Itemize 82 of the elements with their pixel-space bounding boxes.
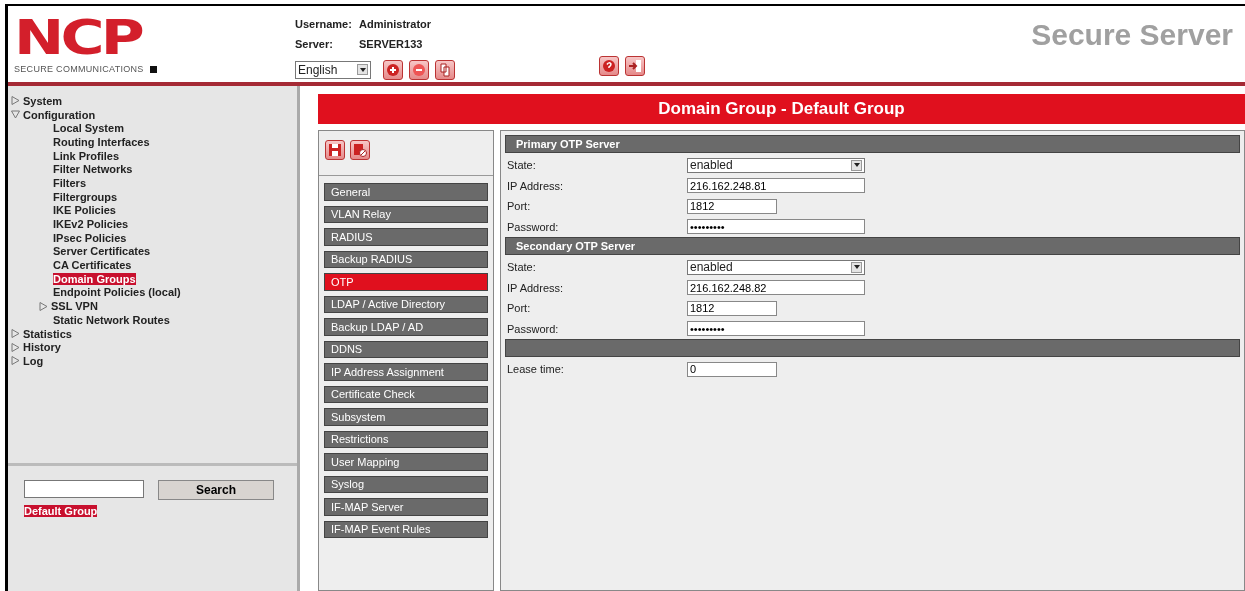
input-field[interactable]: 1812	[687, 300, 777, 316]
search-button[interactable]: Search	[158, 480, 274, 500]
section-tab[interactable]: RADIUS	[324, 228, 488, 246]
section-tab[interactable]: User Mapping	[324, 453, 488, 471]
section-tab[interactable]: Backup LDAP / AD	[324, 318, 488, 336]
input-field[interactable]: 0	[687, 361, 777, 377]
username: Administrator	[359, 18, 433, 32]
square-icon	[149, 65, 157, 73]
copy-icon[interactable]	[435, 59, 455, 80]
section-tab[interactable]: OTP	[324, 273, 488, 291]
section-tab[interactable]: IF-MAP Server	[324, 498, 488, 516]
tree-item[interactable]: Filters	[53, 176, 86, 189]
field-label: Password:	[506, 322, 560, 335]
collapsed-triangle-icon[interactable]	[11, 342, 20, 352]
add-icon[interactable]	[383, 59, 403, 80]
field-label: IP Address:	[506, 179, 565, 192]
search-result[interactable]: Default Group	[24, 505, 98, 517]
section-tab[interactable]: General	[324, 183, 488, 201]
collapsed-triangle-icon[interactable]	[39, 301, 48, 311]
field-label: State:	[506, 261, 537, 274]
tree-item[interactable]: Local System	[53, 122, 124, 135]
field-label: IP Address:	[506, 281, 565, 294]
input-field[interactable]: 1812	[687, 198, 777, 214]
tree-item[interactable]: IKE Policies	[53, 204, 116, 217]
section-tab[interactable]: IF-MAP Event Rules	[324, 520, 488, 538]
help-icon[interactable]	[599, 56, 619, 76]
field-label: Password:	[506, 220, 560, 233]
tree-item[interactable]: Filtergroups	[53, 190, 118, 203]
section-tab[interactable]: LDAP / Active Directory	[324, 295, 488, 313]
logout-icon[interactable]	[625, 56, 645, 76]
logo-tagline: SECURE COMMUNICATIONS	[14, 64, 144, 74]
collapsed-triangle-icon[interactable]	[11, 96, 20, 106]
tree-item[interactable]: Static Network Routes	[53, 313, 170, 326]
expanded-triangle-icon[interactable]	[11, 110, 20, 120]
tree-item[interactable]: Link Profiles	[53, 149, 120, 162]
field-label: State:	[506, 159, 537, 172]
tree-item[interactable]: History	[23, 341, 61, 354]
tree-item[interactable]: CA Certificates	[53, 259, 132, 272]
tree-item[interactable]: Server Certificates	[53, 245, 151, 258]
input-field[interactable]: •••••••••	[687, 219, 865, 235]
state-dropdown[interactable]: enabled	[687, 157, 865, 173]
tree-item[interactable]: Configuration	[23, 108, 96, 121]
remove-icon[interactable]	[409, 59, 429, 80]
state-dropdown[interactable]: enabled	[687, 259, 865, 275]
section-tab[interactable]: VLAN Relay	[324, 205, 488, 223]
tree-item[interactable]: Routing Interfaces	[53, 135, 150, 148]
page-title: Domain Group - Default Group	[318, 94, 1245, 124]
tree-item[interactable]: IKEv2 Policies	[53, 218, 129, 231]
search-field[interactable]	[24, 480, 144, 498]
group-header: Primary OTP Server	[505, 135, 1240, 153]
tree-item[interactable]: Log	[23, 354, 44, 367]
language-dropdown[interactable]: English	[295, 60, 371, 79]
field-label: Port:	[506, 302, 532, 315]
tree-item[interactable]: IPsec Policies	[53, 231, 127, 244]
input-field[interactable]: •••••••••	[687, 321, 865, 337]
product-title: Secure Server	[1031, 17, 1234, 53]
discard-icon[interactable]	[350, 140, 370, 160]
username-label: Username:	[295, 18, 353, 32]
tree-item[interactable]: Filter Networks	[53, 163, 133, 176]
section-tab[interactable]: DDNS	[324, 340, 488, 358]
field-label: Lease time:	[506, 363, 565, 376]
tree-item[interactable]: Statistics	[23, 327, 72, 340]
collapsed-triangle-icon[interactable]	[11, 329, 20, 339]
logo: NCP	[14, 14, 141, 60]
input-field[interactable]: 216.162.248.82	[687, 280, 865, 296]
section-tab[interactable]: Syslog	[324, 475, 488, 493]
server-label: Server:	[295, 37, 334, 52]
group-header: Secondary OTP Server	[505, 237, 1240, 255]
save-icon[interactable]	[325, 140, 345, 160]
section-tab[interactable]: Backup RADIUS	[324, 250, 488, 268]
field-label: Port:	[506, 200, 532, 213]
server-name: SERVER133	[359, 37, 424, 52]
section-tab[interactable]: Subsystem	[324, 408, 488, 426]
section-tab[interactable]: Certificate Check	[324, 385, 488, 403]
tree-item[interactable]: Endpoint Policies (local)	[53, 286, 181, 299]
tree-item[interactable]: Domain Groups	[53, 272, 136, 285]
collapsed-triangle-icon[interactable]	[11, 356, 20, 366]
tree-item[interactable]: SSL VPN	[51, 300, 98, 313]
input-field[interactable]: 216.162.248.81	[687, 178, 865, 194]
tree-item[interactable]: System	[23, 94, 63, 107]
section-tab[interactable]: Restrictions	[324, 430, 488, 448]
section-tab[interactable]: IP Address Assignment	[324, 363, 488, 381]
